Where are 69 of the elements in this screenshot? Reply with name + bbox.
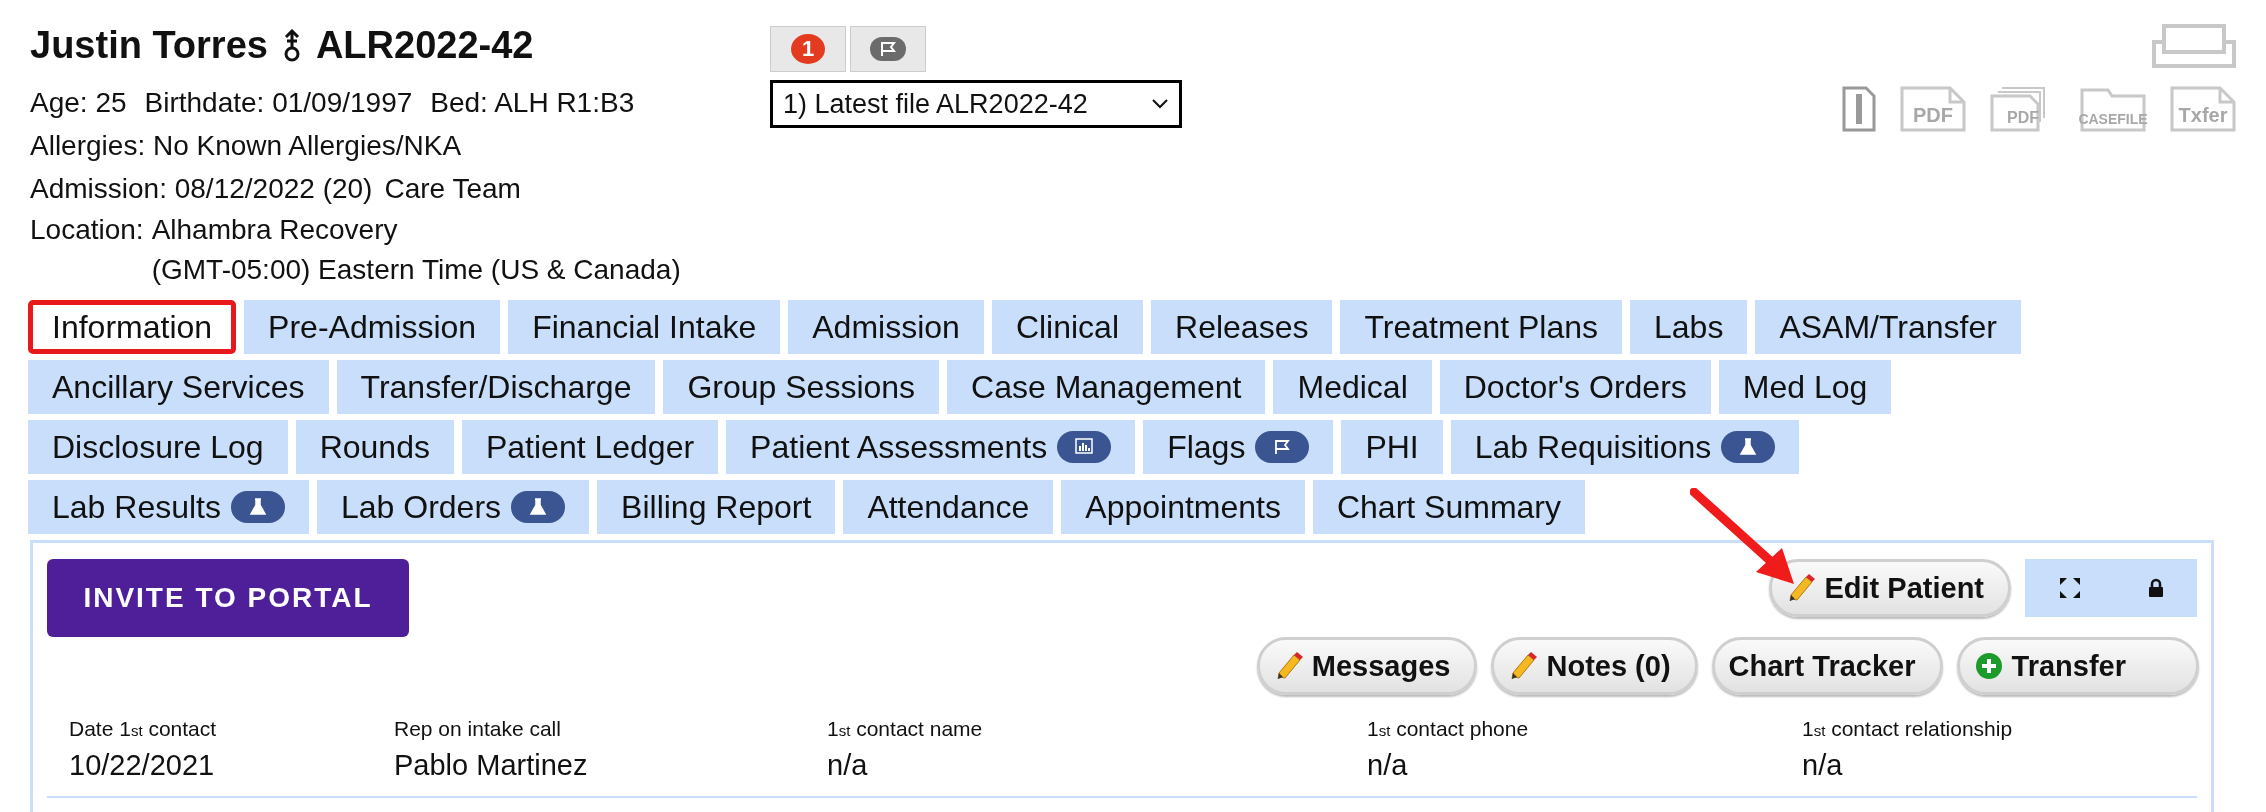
tab[interactable]: Pre-Admission	[244, 300, 501, 354]
action-button[interactable]: Notes (0)	[1491, 637, 1698, 695]
pencil-icon	[1508, 651, 1539, 681]
tab[interactable]: Case Management	[947, 360, 1266, 414]
bed-text: Bed: ALH R1:B3	[430, 86, 635, 120]
patient-name: Justin Torres	[30, 24, 268, 67]
tab[interactable]: Lab Requisitions	[1450, 420, 1800, 474]
flask-badge-icon	[1721, 431, 1776, 463]
location-label: Location:	[30, 213, 144, 247]
tab[interactable]: Rounds	[295, 420, 454, 474]
tab[interactable]: Attendance	[843, 480, 1054, 534]
lock-icon[interactable]	[2147, 578, 2164, 598]
location-text: Alhambra Recovery	[151, 213, 399, 247]
tab[interactable]: Patient Assessments	[726, 420, 1136, 474]
tab[interactable]: Financial Intake	[508, 300, 781, 354]
tab[interactable]: Lab Results	[28, 480, 309, 534]
field-value: n/a	[827, 749, 869, 783]
plus-icon	[1973, 651, 2004, 681]
tab[interactable]: Patient Ledger	[461, 420, 719, 474]
tab[interactable]: Disclosure Log	[28, 420, 288, 474]
flask-badge-icon	[231, 491, 285, 523]
alert-tab[interactable]: 1	[770, 26, 846, 72]
action-button[interactable]: Messages	[1256, 637, 1478, 695]
field-value: Pablo Martinez	[394, 749, 589, 783]
patient-id: ALR2022-42	[315, 24, 534, 67]
flag-badge-icon	[1255, 431, 1310, 463]
flag-tab[interactable]	[850, 26, 926, 72]
tab[interactable]: Clinical	[991, 300, 1143, 354]
fullscreen-icon[interactable]	[2058, 577, 2081, 599]
tab[interactable]: Flags	[1143, 420, 1334, 474]
count-badge: 1	[791, 34, 825, 64]
tab[interactable]: Medical	[1273, 360, 1432, 414]
action-button[interactable]: Transfer	[1956, 637, 2199, 695]
tab[interactable]: Treatment Plans	[1340, 300, 1622, 354]
tab[interactable]: Ancillary Services	[28, 360, 329, 414]
tab[interactable]: Transfer/Discharge	[336, 360, 656, 414]
document-icon[interactable]	[1842, 86, 1876, 132]
field-value: n/a	[1802, 749, 1844, 783]
tab[interactable]: Doctor's Orders	[1439, 360, 1711, 414]
file-select[interactable]: 1) Latest file ALR2022-42	[770, 80, 1182, 128]
field-label: Rep on intake call	[394, 717, 562, 741]
field-value: 10/22/2021	[69, 749, 216, 783]
chart-badge-icon	[1057, 431, 1112, 463]
tab[interactable]: Appointments	[1061, 480, 1305, 534]
care-team-link[interactable]: Care Team	[384, 167, 521, 210]
age-text: Age: 25	[30, 86, 127, 120]
tab[interactable]: Billing Report	[597, 480, 836, 534]
flag-icon	[870, 37, 906, 61]
tab[interactable]: Admission	[788, 300, 984, 354]
field-value: n/a	[1367, 749, 1409, 783]
tab[interactable]: Lab Orders	[317, 480, 590, 534]
action-button[interactable]: Chart Tracker	[1711, 637, 1943, 695]
tab[interactable]: Chart Summary	[1312, 480, 1585, 534]
tab[interactable]: Group Sessions	[663, 360, 940, 414]
tab[interactable]: Information	[28, 300, 237, 354]
chevron-down-icon	[1151, 98, 1169, 110]
allergies-text: Allergies: No Known Allergies/NKA	[30, 129, 462, 163]
edit-patient-button[interactable]: Edit Patient	[1769, 559, 2011, 617]
invite-button[interactable]: INVITE TO PORTAL	[47, 559, 409, 637]
admission-text: Admission: 08/12/2022 (20)	[30, 172, 373, 206]
tab[interactable]: PHI	[1341, 420, 1443, 474]
birthdate-text: Birthdate: 01/09/1997	[144, 86, 413, 120]
flask-badge-icon	[511, 491, 566, 523]
tab[interactable]: Labs	[1630, 300, 1748, 354]
tab[interactable]: Releases	[1151, 300, 1333, 354]
tab[interactable]: ASAM/Transfer	[1755, 300, 2021, 354]
pencil-icon	[1786, 573, 1817, 603]
timezone-text: (GMT-05:00) Eastern Time (US & Canada)	[151, 253, 681, 287]
tab[interactable]: Med Log	[1718, 360, 1892, 414]
